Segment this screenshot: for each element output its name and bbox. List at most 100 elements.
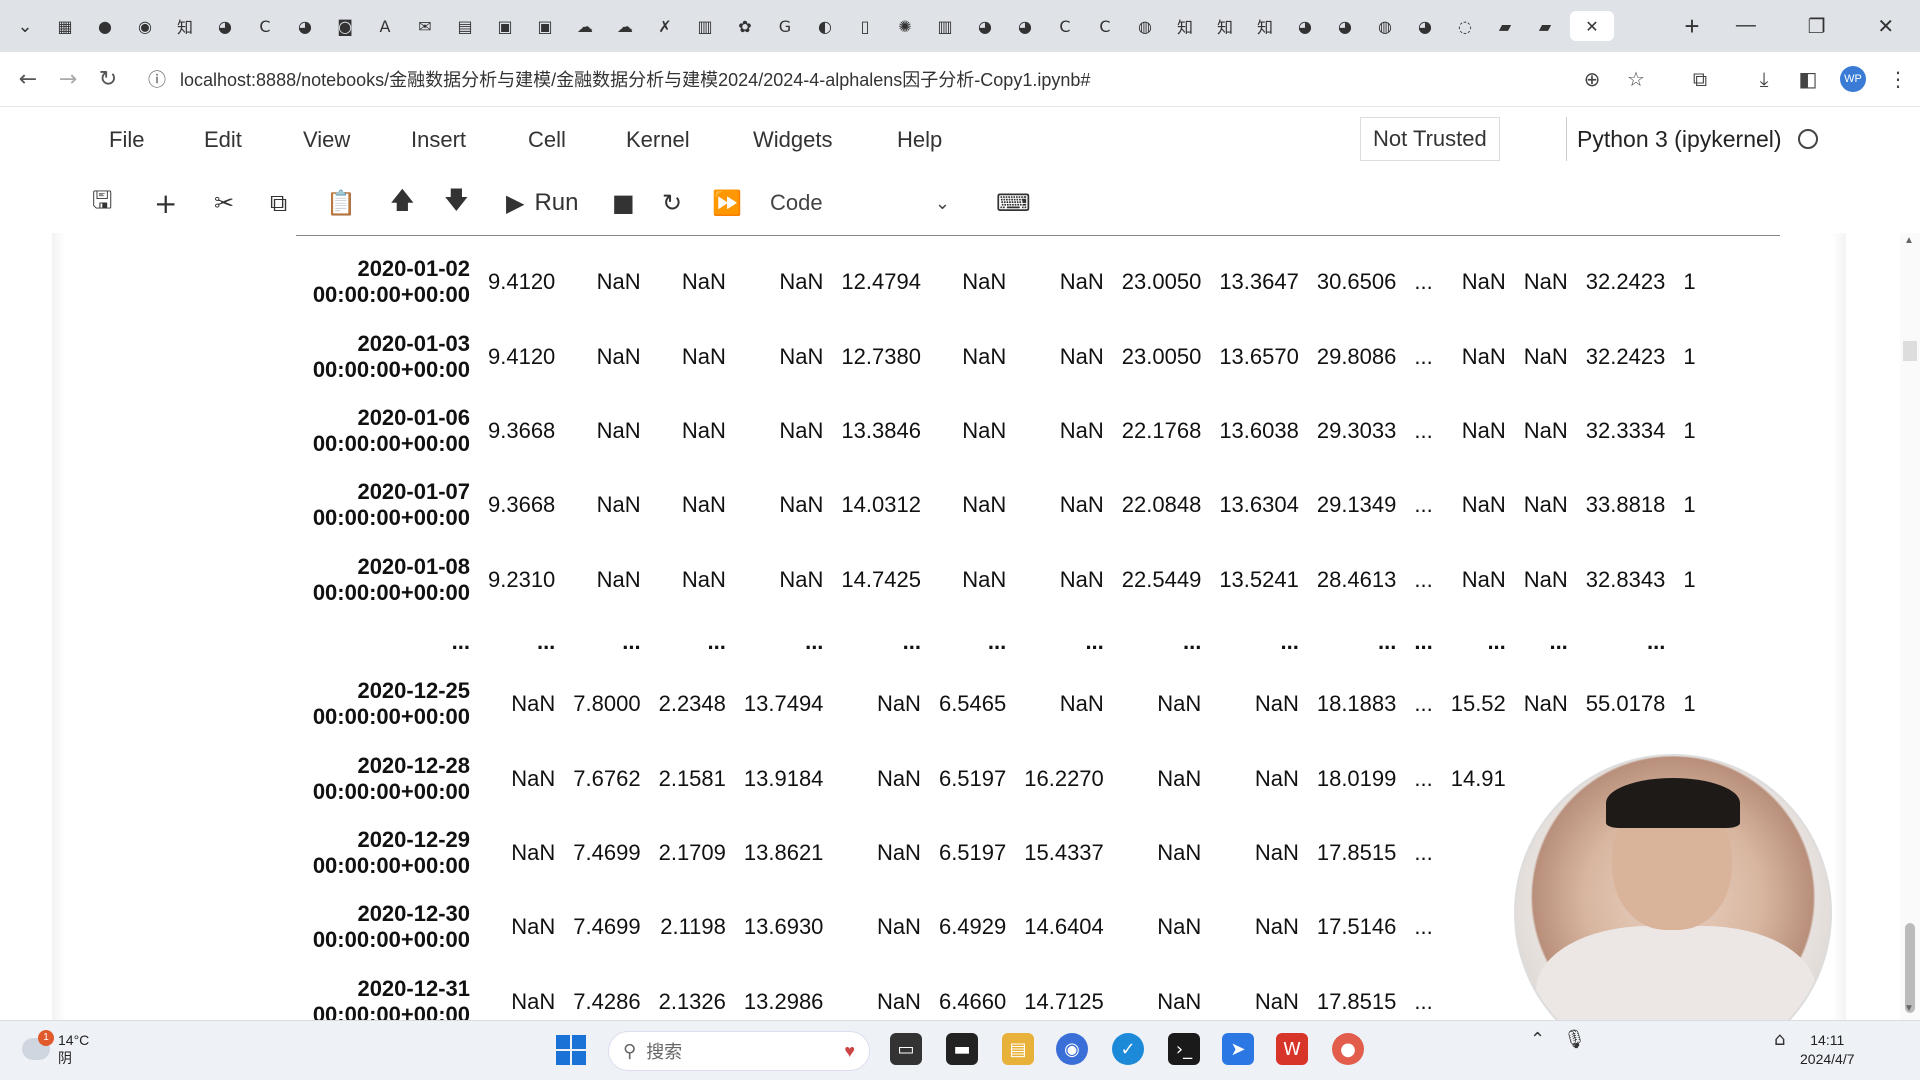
minimize-icon[interactable]: —: [1736, 14, 1756, 39]
run-button[interactable]: ▶ Run: [506, 183, 579, 223]
tab-terminal-icon[interactable]: ▣: [530, 11, 560, 41]
interrupt-icon[interactable]: ■: [612, 183, 635, 223]
time: 14:11: [1810, 1032, 1845, 1048]
tab-github-icon[interactable]: ◕: [1290, 11, 1320, 41]
app-check-icon[interactable]: ✓: [1112, 1033, 1144, 1065]
tab-globe-icon[interactable]: ◐: [810, 11, 840, 41]
keyboard-icon[interactable]: ⌨: [996, 183, 1031, 223]
zoom-icon[interactable]: ⊕: [1570, 67, 1614, 91]
tab-o-icon[interactable]: ◙: [330, 11, 360, 41]
start-button[interactable]: [556, 1035, 586, 1065]
restart-run-all-icon[interactable]: ⏩: [712, 183, 742, 223]
download-icon[interactable]: ⤓: [1742, 67, 1786, 91]
tab-zhihu-icon[interactable]: 知: [170, 11, 200, 41]
tab-paw-icon[interactable]: ✿: [730, 11, 760, 41]
restart-icon[interactable]: ↻: [662, 183, 682, 223]
taskview-icon[interactable]: ▭: [890, 1033, 922, 1065]
terminal-app-icon[interactable]: ▬: [946, 1033, 978, 1065]
scroll-down-icon[interactable]: ▼: [1904, 1003, 1914, 1014]
console-icon[interactable]: ›_: [1168, 1033, 1200, 1065]
wps-icon[interactable]: W: [1276, 1033, 1308, 1065]
clock[interactable]: 14:11 2024/4/7: [1800, 1031, 1855, 1069]
tab-c-icon[interactable]: C: [250, 11, 280, 41]
tab-cloud-icon[interactable]: ☁: [570, 11, 600, 41]
cursor-app-icon[interactable]: ➤: [1222, 1033, 1254, 1065]
mic-icon[interactable]: 🎙: [1563, 1029, 1586, 1050]
move-down-icon[interactable]: 🡇: [444, 183, 469, 223]
cut-icon[interactable]: ✂: [214, 183, 234, 223]
tab-record-icon[interactable]: ◉: [130, 11, 160, 41]
new-tab-button[interactable]: +: [1674, 11, 1710, 42]
bookmark-star-icon[interactable]: ☆: [1614, 67, 1658, 91]
tab-edge-icon[interactable]: ◍: [1130, 11, 1160, 41]
tab-zhihu-icon[interactable]: 知: [1250, 11, 1280, 41]
menu-edit[interactable]: Edit: [204, 127, 242, 153]
weather-widget[interactable]: 1 14°C 阴: [22, 1030, 89, 1067]
network-icon[interactable]: ⌂: [1774, 1029, 1785, 1050]
menu-view[interactable]: View: [303, 127, 350, 153]
extensions-icon[interactable]: ⧉: [1678, 67, 1722, 91]
tab-terminal-icon[interactable]: ▣: [490, 11, 520, 41]
cell-type-select[interactable]: Code ⌄: [760, 183, 960, 223]
tab-c-icon[interactable]: C: [1090, 11, 1120, 41]
tab-c-icon[interactable]: C: [1050, 11, 1080, 41]
tab-doc-icon[interactable]: ▯: [850, 11, 880, 41]
tab-google-icon[interactable]: G: [770, 11, 800, 41]
tab-github-icon[interactable]: ◕: [1010, 11, 1040, 41]
taskbar-search[interactable]: ⚲ 搜索 ♥: [608, 1031, 870, 1071]
tab-github-icon[interactable]: ◕: [1410, 11, 1440, 41]
tab-a-icon[interactable]: A: [370, 11, 400, 41]
kernel-indicator[interactable]: Python 3 (ipykernel): [1566, 117, 1818, 161]
tab-calendar-icon[interactable]: ▦: [50, 11, 80, 41]
back-icon[interactable]: ←: [8, 67, 48, 92]
menu-insert[interactable]: Insert: [411, 127, 466, 153]
tab-search-chevron-icon[interactable]: ⌄: [0, 16, 50, 37]
scrollbar[interactable]: ▲ ▼: [1900, 233, 1920, 1020]
recorder-icon[interactable]: ●: [1332, 1033, 1364, 1065]
profile-avatar[interactable]: WP: [1840, 66, 1866, 92]
tab-github-icon[interactable]: ◕: [210, 11, 240, 41]
menu-kernel[interactable]: Kernel: [626, 127, 690, 153]
reload-icon[interactable]: ↻: [88, 67, 128, 92]
more-menu-icon[interactable]: ⋮: [1876, 67, 1920, 91]
tab-github-icon[interactable]: ◕: [970, 11, 1000, 41]
move-up-icon[interactable]: 🡅: [390, 183, 415, 223]
tab-note-icon[interactable]: ▰: [1530, 11, 1560, 41]
menu-cell[interactable]: Cell: [528, 127, 566, 153]
file-explorer-icon[interactable]: ▤: [1002, 1033, 1034, 1065]
tab-github-icon[interactable]: ◕: [290, 11, 320, 41]
tab-github-icon[interactable]: ◕: [1330, 11, 1360, 41]
tab-note-icon[interactable]: ▰: [1490, 11, 1520, 41]
sidepanel-icon[interactable]: ◧: [1786, 67, 1830, 91]
paste-icon[interactable]: 📋: [326, 183, 356, 223]
tab-x-icon[interactable]: ✗: [650, 11, 680, 41]
site-info-icon[interactable]: ⓘ: [148, 66, 166, 92]
active-tab-close-icon[interactable]: ✕: [1570, 11, 1614, 41]
tab-zhihu-icon[interactable]: 知: [1210, 11, 1240, 41]
chrome-icon[interactable]: ◉: [1056, 1033, 1088, 1065]
save-icon[interactable]: 🖫: [92, 183, 112, 223]
menu-file[interactable]: File: [109, 127, 144, 153]
copy-icon[interactable]: ⧉: [270, 183, 287, 223]
tray-chevron-up-icon[interactable]: ⌃: [1530, 1029, 1545, 1050]
menu-help[interactable]: Help: [897, 127, 942, 153]
tab-chat-icon[interactable]: ●: [90, 11, 120, 41]
close-window-icon[interactable]: ✕: [1877, 14, 1894, 39]
tab-book-icon[interactable]: ▥: [930, 11, 960, 41]
tab-fan-icon[interactable]: ✺: [890, 11, 920, 41]
restore-icon[interactable]: ❐: [1808, 14, 1826, 39]
url-field[interactable]: ⓘ localhost:8888/notebooks/金融数据分析与建模/金融数…: [148, 66, 1570, 92]
tab-cloud-icon[interactable]: ☁: [610, 11, 640, 41]
tab-edge-icon[interactable]: ◍: [1370, 11, 1400, 41]
tab-book-icon[interactable]: ▥: [690, 11, 720, 41]
scroll-up-icon[interactable]: ▲: [1904, 235, 1914, 246]
scroll-thumb[interactable]: [1905, 923, 1915, 1013]
tab-mail-icon[interactable]: ✉: [410, 11, 440, 41]
tab-zhihu-icon[interactable]: 知: [1170, 11, 1200, 41]
not-trusted-button[interactable]: Not Trusted: [1360, 117, 1500, 161]
tab-loading-icon[interactable]: ◌: [1450, 11, 1480, 41]
tab-sds-icon[interactable]: ▤: [450, 11, 480, 41]
menu-widgets[interactable]: Widgets: [753, 127, 832, 153]
forward-icon[interactable]: →: [48, 67, 88, 92]
insert-cell-icon[interactable]: +: [154, 183, 177, 223]
